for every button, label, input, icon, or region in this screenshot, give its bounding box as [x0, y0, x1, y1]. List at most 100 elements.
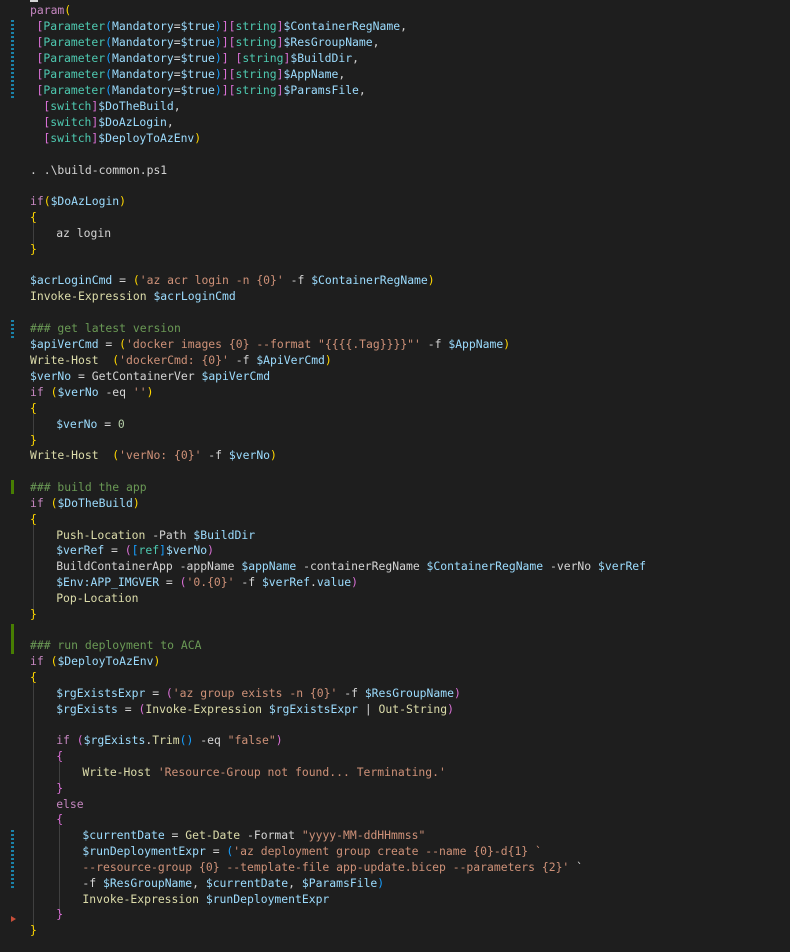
code-line[interactable]: [Parameter(Mandatory=$true)] [string]$Bu… — [37, 50, 359, 66]
code-line[interactable]: [switch]$DoAzLogin, — [37, 114, 174, 130]
code-line[interactable]: { — [30, 669, 37, 685]
code-line[interactable]: $acrLoginCmd = ('az acr login -n {0}' -f… — [30, 272, 435, 288]
code-line[interactable]: $currentDate = Get-Date -Format "yyyy-MM… — [82, 827, 425, 843]
code-line[interactable]: } — [30, 922, 37, 938]
code-line[interactable]: else — [56, 796, 83, 812]
code-token: $BuildDir — [290, 51, 353, 65]
code-token: ### run deployment to ACA — [30, 638, 202, 652]
code-line[interactable]: -f $ResGroupName, $currentDate, $ParamsF… — [82, 875, 384, 891]
code-token: -f — [228, 353, 257, 367]
code-token: $currentDate — [205, 876, 289, 890]
code-line[interactable]: if ($rgExists.Trim() -eq "false") — [56, 732, 282, 748]
code-line[interactable]: [switch]$DoTheBuild, — [37, 98, 180, 114]
code-token: ) — [377, 876, 385, 890]
code-token: ` — [569, 860, 584, 874]
gutter-modified-marker — [11, 20, 14, 100]
code-line[interactable]: $verNo = 0 — [56, 416, 125, 432]
code-line[interactable]: Write-Host ('dockerCmd: {0}' -f $ApiVerC… — [30, 352, 332, 368]
code-line[interactable]: Write-Host ('verNo: {0}' -f $verNo) — [30, 447, 277, 463]
code-token: = — [117, 702, 139, 716]
fold-arrow-icon[interactable] — [11, 916, 16, 922]
code-line[interactable]: [Parameter(Mandatory=$true)][string]$App… — [37, 66, 346, 82]
code-token: { — [56, 812, 64, 826]
code-editor[interactable]: param([Parameter(Mandatory=$true)][strin… — [0, 0, 790, 952]
code-token: Mandatory — [112, 83, 174, 97]
code-token: ( — [165, 686, 173, 700]
code-line[interactable]: { — [30, 209, 37, 225]
code-token: ] — [221, 51, 229, 65]
code-line[interactable]: } — [30, 241, 37, 257]
code-token: . .\build-common.ps1 — [30, 163, 168, 177]
code-line[interactable]: if($DoAzLogin) — [30, 193, 126, 209]
code-token: , — [400, 19, 407, 33]
code-line[interactable]: $Env:APP_IMGVER = ('0.{0}' -f $verRef.va… — [56, 574, 358, 590]
code-line[interactable]: Invoke-Expression $runDeploymentExpr — [82, 891, 329, 907]
code-line[interactable]: } — [30, 432, 37, 448]
code-token: ) — [214, 67, 222, 81]
code-line[interactable]: } — [56, 906, 63, 922]
code-line[interactable]: [switch]$DeployToAzEnv) — [37, 130, 201, 146]
code-line[interactable]: [Parameter(Mandatory=$true)][string]$Res… — [37, 34, 380, 50]
code-line[interactable]: if ($DeployToAzEnv) — [30, 653, 160, 669]
code-line[interactable]: --resource-group {0} --template-file app… — [82, 859, 583, 875]
code-token: 'verNo: {0}' — [119, 448, 202, 462]
code-token: $DeployToAzEnv — [98, 131, 195, 145]
gutter-added-marker — [11, 624, 14, 654]
code-token: -Format — [240, 828, 302, 842]
code-line[interactable]: Pop-Location — [56, 590, 138, 606]
code-line[interactable]: $rgExistsExpr = ('az group exists -n {0}… — [56, 685, 461, 701]
code-token: = — [173, 83, 181, 97]
code-line[interactable]: Write-Host 'Resource-Group not found... … — [82, 764, 445, 780]
code-line[interactable]: $rgExists = (Invoke-Expression $rgExists… — [56, 701, 454, 717]
code-line[interactable]: if ($verNo -eq '') — [30, 384, 153, 400]
code-line[interactable]: } — [56, 780, 63, 796]
code-token: $apiVerCmd — [201, 369, 271, 383]
code-line[interactable]: { — [56, 811, 63, 827]
code-token: -eq — [193, 733, 228, 747]
code-line[interactable]: $verRef = ([ref]$verNo) — [56, 542, 214, 558]
code-token: $true — [180, 19, 215, 33]
code-line[interactable]: $verNo = GetContainerVer $apiVerCmd — [30, 368, 270, 384]
code-line[interactable]: az login — [56, 225, 111, 241]
code-token: $rgExists — [56, 702, 118, 716]
code-token: ) — [153, 654, 161, 668]
code-token: -eq — [98, 385, 133, 399]
code-token: '0.{0}' — [186, 575, 235, 589]
code-line[interactable]: $apiVerCmd = ('docker images {0} --forma… — [30, 336, 510, 352]
code-line[interactable]: ### build the app — [30, 479, 147, 495]
code-line[interactable]: if ($DoTheBuild) — [30, 495, 140, 511]
code-line[interactable]: ### run deployment to ACA — [30, 637, 201, 653]
code-line[interactable]: param( — [30, 2, 71, 18]
code-line[interactable]: Push-Location -Path $BuildDir — [56, 527, 255, 543]
code-area[interactable]: param([Parameter(Mandatory=$true)][strin… — [30, 0, 790, 952]
code-token: $rgExists — [83, 733, 146, 747]
code-line[interactable]: BuildContainerApp -appName $appName -con… — [56, 558, 646, 574]
code-token: ) — [324, 353, 332, 367]
code-token: az login — [56, 226, 112, 240]
code-token: -f — [420, 337, 449, 351]
code-line[interactable]: Invoke-Expression $acrLoginCmd — [30, 288, 236, 304]
code-token: $runDeploymentExpr — [205, 892, 330, 906]
code-token: } — [30, 607, 37, 621]
code-token: ( — [119, 337, 127, 351]
code-token: -f — [283, 273, 312, 287]
code-line[interactable]: { — [30, 400, 37, 416]
code-token: , — [166, 115, 174, 129]
code-token: 'Resource-Group not found... Terminating… — [157, 765, 446, 779]
code-token: Mandatory — [112, 67, 174, 81]
code-line[interactable]: } — [30, 606, 37, 622]
code-token: ) — [503, 337, 511, 351]
code-token: ( — [43, 194, 51, 208]
code-line[interactable]: [Parameter(Mandatory=$true)][string]$Con… — [37, 18, 407, 34]
code-line[interactable]: $runDeploymentExpr = ('az deployment gro… — [82, 843, 542, 859]
code-line[interactable]: [Parameter(Mandatory=$true)][string]$Par… — [37, 82, 366, 98]
code-line[interactable]: . .\build-common.ps1 — [30, 162, 167, 178]
code-token: switch — [50, 131, 92, 145]
code-token: value — [316, 575, 352, 589]
code-token: string — [242, 51, 284, 65]
code-line[interactable]: { — [56, 748, 63, 764]
code-line[interactable]: { — [30, 511, 37, 527]
code-line[interactable]: ### get latest version — [30, 320, 181, 336]
code-token: , — [288, 876, 302, 890]
